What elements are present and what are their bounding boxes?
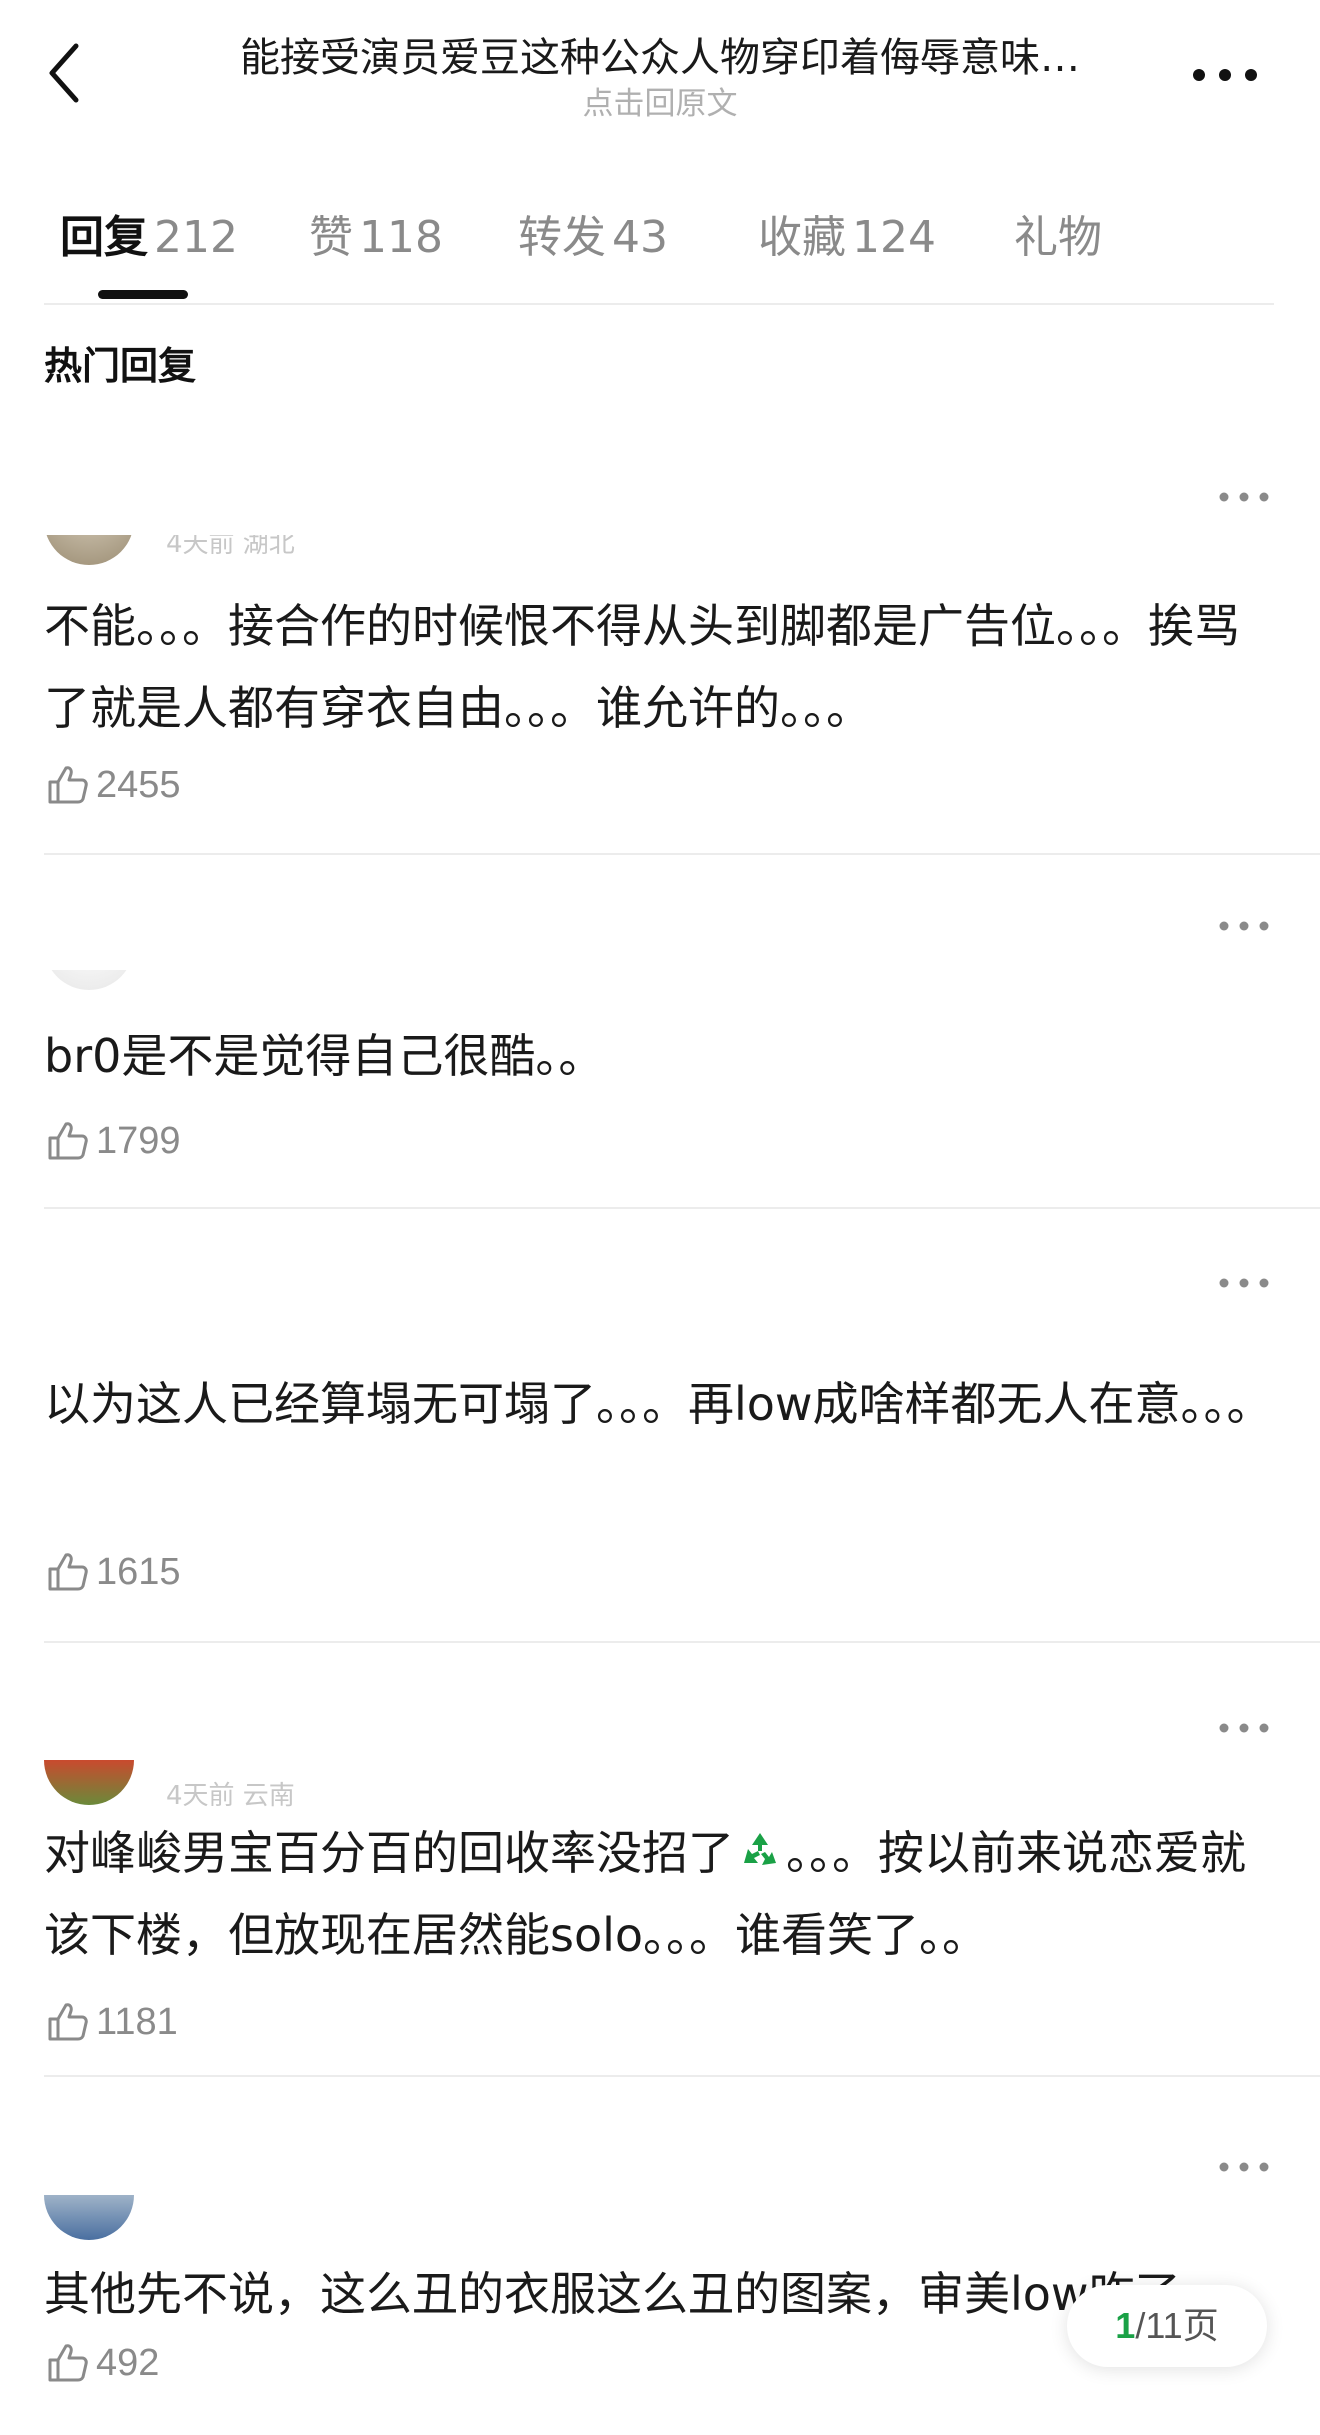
tab-label: 赞 (309, 212, 353, 263)
total-pages: /11页 (1135, 2305, 1219, 2346)
comment-author-row: 4天前 云南 (44, 1690, 1274, 1811)
tab-reposts[interactable]: 转发 43 (518, 210, 668, 266)
comment-text: 不能。。。接合作的时候恨不得从头到脚都是广告位。。。挨骂了就是人都有穿衣自由。。… (44, 599, 1240, 735)
divider (44, 1641, 1320, 1643)
comment-text: 其他先不说，这么丑的衣服这么丑的图案，审美low咋了 (44, 2267, 1181, 2321)
comment-more-icon[interactable] (1214, 1716, 1274, 1740)
active-tab-indicator (98, 290, 188, 299)
comment-meta: 4天前 云南 (166, 1781, 295, 1811)
thumbs-up-icon (48, 2003, 88, 2041)
tab-count: 43 (612, 212, 668, 263)
like-count: 492 (96, 2341, 160, 2384)
tab-bar: 回复 212 赞 118 转发 43 收藏 124 礼物 (44, 190, 1274, 305)
comment-text: 以为这人已经算塌无可塌了。。。再low成啥样都无人在意。。。 (44, 1377, 1273, 1431)
tab-favorites[interactable]: 收藏 124 (758, 210, 936, 266)
tab-likes[interactable]: 赞 118 (309, 210, 443, 266)
back-to-original-link[interactable]: 点击回原文 (160, 84, 1160, 124)
more-options-button[interactable] (1185, 60, 1265, 90)
section-title-hot-replies: 热门回复 (44, 344, 197, 388)
tab-gifts[interactable]: 礼物 (1014, 210, 1102, 266)
like-count: 2455 (96, 763, 181, 806)
thumbs-up-icon (48, 1553, 88, 1591)
like-button[interactable]: 492 (44, 2335, 159, 2391)
masked-username-area (44, 465, 1274, 535)
comment-author-row (44, 2125, 1274, 2240)
avatar[interactable] (44, 2195, 134, 2240)
tab-replies[interactable]: 回复 212 (60, 210, 238, 266)
like-button[interactable]: 1615 (44, 1544, 181, 1600)
comment-more-icon[interactable] (1214, 2155, 1274, 2179)
back-button[interactable] (40, 38, 90, 108)
like-button[interactable]: 2455 (44, 757, 181, 813)
divider (44, 853, 1320, 855)
thumbs-up-icon (48, 766, 88, 804)
masked-username-area (44, 890, 1274, 970)
chevron-left-icon (49, 43, 79, 103)
comment-more-icon[interactable] (1214, 1271, 1274, 1295)
recycle-emoji-icon (736, 1827, 784, 1875)
tab-label: 收藏 (758, 212, 846, 263)
comment-author-row (44, 890, 1274, 990)
comment-author-row: 4天前 湖北 (44, 465, 1274, 565)
tab-count: 124 (852, 212, 936, 263)
comment-text: br0是不是觉得自己很酷。。 (44, 1029, 605, 1083)
thumbs-up-icon (48, 1122, 88, 1160)
tab-label: 回复 (60, 212, 148, 263)
tab-count: 212 (154, 212, 238, 263)
page-indicator[interactable]: 1/11页 (1067, 2285, 1267, 2367)
divider (44, 1207, 1320, 1209)
like-button[interactable]: 1181 (44, 1994, 178, 2050)
like-count: 1799 (96, 1119, 181, 1162)
comment-text: 对峰峻男宝百分百的回收率没招了 。。。按以前来说恋爱就该下楼，但放现在居然能so… (44, 1812, 1284, 1976)
current-page: 1 (1115, 2305, 1136, 2346)
tab-count: 118 (359, 212, 443, 263)
more-horizontal-icon (1193, 69, 1257, 81)
top-bar: 能接受演员爱豆这种公众人物穿印着侮辱意味… 点击回原文 (0, 0, 1320, 150)
avatar[interactable] (44, 1760, 134, 1805)
comment-more-icon[interactable] (1214, 914, 1274, 938)
comment-more-icon[interactable] (1214, 485, 1274, 509)
like-button[interactable]: 1799 (44, 1113, 181, 1169)
like-count: 1181 (96, 2000, 178, 2043)
like-count: 1615 (96, 1550, 181, 1593)
thumbs-up-icon (48, 2344, 88, 2382)
comment-author-row (44, 1255, 1274, 1345)
post-title[interactable]: 能接受演员爱豆这种公众人物穿印着侮辱意味… (160, 30, 1160, 86)
comment-text-part: 对峰峻男宝百分百的回收率没招了 (44, 1826, 734, 1880)
tab-label: 转发 (518, 212, 606, 263)
tab-label: 礼物 (1014, 212, 1102, 263)
divider (44, 2075, 1320, 2077)
